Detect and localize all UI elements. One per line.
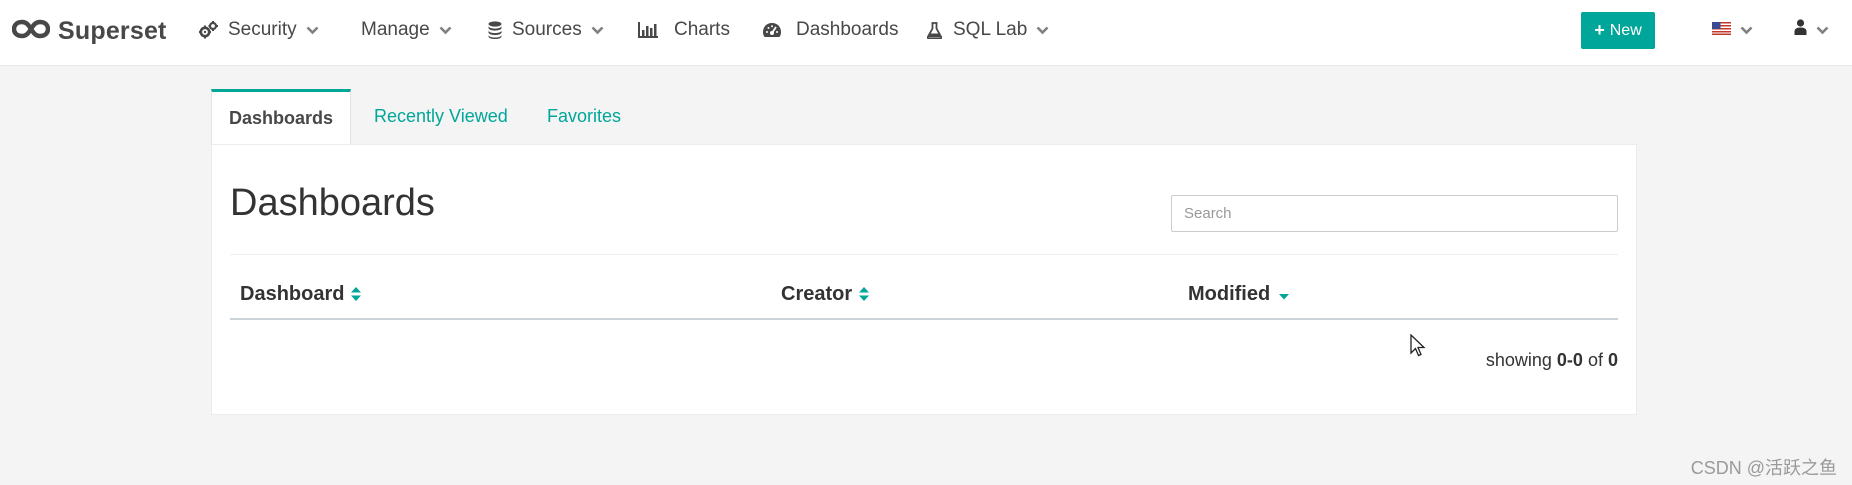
column-header-modified-label: Modified	[1188, 282, 1271, 305]
nav-dashboards[interactable]: Dashboards	[762, 0, 898, 60]
page-title: Dashboards	[230, 182, 435, 224]
new-button[interactable]: + New	[1581, 12, 1655, 49]
nav-sources[interactable]: Sources	[488, 0, 604, 60]
top-navbar: Superset Security Manage Sources Charts …	[0, 0, 1852, 66]
nav-charts-label: Charts	[674, 19, 730, 40]
nav-security-label: Security	[228, 19, 297, 40]
gears-icon	[199, 21, 218, 39]
chevron-down-icon	[1816, 26, 1829, 35]
nav-dashboards-label: Dashboards	[796, 19, 899, 40]
sort-desc-icon	[1278, 285, 1290, 303]
pagination-of: of	[1587, 350, 1603, 370]
tab-dashboards[interactable]: Dashboards	[211, 89, 351, 144]
language-dropdown[interactable]	[1712, 0, 1753, 60]
new-button-label: New	[1609, 21, 1642, 39]
pagination-summary: showing 0-0 of 0	[1486, 350, 1618, 371]
sort-icon	[350, 285, 362, 303]
nav-sql-lab[interactable]: SQL Lab	[927, 0, 1049, 60]
brand-logo[interactable]: Superset	[11, 14, 167, 48]
dashboards-panel: Dashboards Dashboard Creator Modified sh…	[211, 144, 1637, 415]
pagination-prefix: showing	[1485, 350, 1552, 370]
chevron-down-icon	[306, 26, 319, 35]
column-header-modified[interactable]: Modified	[1188, 275, 1290, 313]
chevron-down-icon	[1740, 26, 1753, 35]
dashboard-gauge-icon	[762, 22, 782, 38]
nav-security[interactable]: Security	[199, 0, 319, 60]
nav-sql-lab-label: SQL Lab	[953, 19, 1028, 40]
column-header-dashboard-label: Dashboard	[240, 282, 345, 305]
sort-icon	[858, 285, 870, 303]
tab-favorites[interactable]: Favorites	[547, 89, 621, 144]
nav-manage-label: Manage	[361, 19, 430, 40]
chevron-down-icon	[1036, 26, 1049, 35]
database-icon	[488, 21, 502, 39]
watermark: CSDN @活跃之鱼	[1690, 458, 1837, 478]
us-flag-icon	[1712, 19, 1731, 41]
table-header: Dashboard Creator Modified	[230, 275, 1618, 320]
infinity-logo-icon	[11, 19, 51, 44]
nav-manage[interactable]: Manage	[361, 0, 452, 60]
column-header-creator[interactable]: Creator	[781, 275, 870, 313]
brand-name: Superset	[58, 16, 167, 45]
divider	[230, 254, 1618, 255]
plus-icon: +	[1594, 20, 1605, 40]
bar-chart-icon	[638, 22, 658, 38]
user-icon	[1794, 19, 1807, 41]
pagination-total: 0	[1607, 350, 1618, 370]
pagination-range: 0-0	[1556, 350, 1583, 370]
nav-charts[interactable]: Charts	[638, 0, 730, 60]
nav-sources-label: Sources	[512, 19, 582, 40]
user-dropdown[interactable]	[1794, 0, 1829, 60]
column-header-dashboard[interactable]: Dashboard	[240, 275, 362, 313]
flask-icon	[927, 21, 942, 39]
chevron-down-icon	[591, 26, 604, 35]
column-header-creator-label: Creator	[781, 282, 853, 305]
chevron-down-icon	[439, 26, 452, 35]
search-input[interactable]	[1171, 195, 1618, 232]
mouse-cursor-icon	[1410, 333, 1426, 363]
tab-recently-viewed[interactable]: Recently Viewed	[374, 89, 508, 144]
